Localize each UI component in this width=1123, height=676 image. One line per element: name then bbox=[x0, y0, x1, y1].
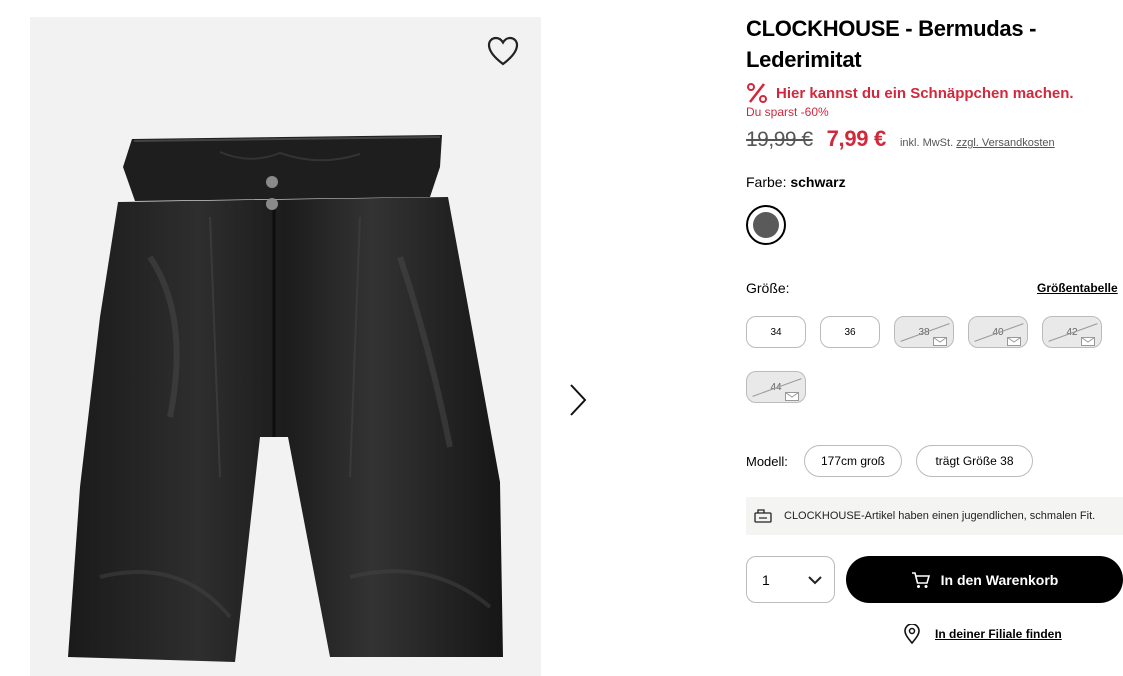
model-size-pill: trägt Größe 38 bbox=[916, 445, 1033, 477]
size-option-label: 36 bbox=[844, 326, 856, 338]
mail-icon bbox=[1007, 337, 1021, 346]
chevron-down-icon bbox=[808, 576, 822, 585]
product-title: CLOCKHOUSE - Bermudas - Lederimitat bbox=[746, 16, 1037, 72]
add-to-cart-button[interactable]: In den Warenkorb bbox=[846, 556, 1123, 603]
size-option-34[interactable]: 34 bbox=[746, 316, 806, 348]
find-in-store-label: In deiner Filiale finden bbox=[935, 627, 1062, 641]
old-price: 19,99 € bbox=[746, 128, 813, 151]
deal-text: Hier kannst du ein Schnäppchen machen. bbox=[776, 84, 1074, 102]
fit-info-text: CLOCKHOUSE-Artikel haben einen jugendlic… bbox=[784, 510, 1096, 522]
tax-prefix: inkl. MwSt. bbox=[899, 137, 954, 149]
color-label: Farbe: schwarz bbox=[746, 174, 846, 190]
mail-icon bbox=[1081, 337, 1095, 346]
model-height-pill: 177cm groß bbox=[804, 445, 902, 477]
size-option-40[interactable]: 40 bbox=[968, 316, 1028, 348]
tax-note: inkl. MwSt. zzgl. Versandkosten bbox=[900, 137, 1055, 149]
find-in-store-link[interactable]: In deiner Filiale finden bbox=[903, 624, 1062, 644]
color-label-text: Farbe: bbox=[746, 174, 787, 190]
chevron-right-icon[interactable] bbox=[563, 382, 593, 418]
deal-banner: Hier kannst du ein Schnäppchen machen. bbox=[746, 81, 1074, 105]
quantity-value: 1 bbox=[762, 572, 770, 588]
size-label: Größe: bbox=[746, 280, 790, 296]
swatch-fill bbox=[753, 212, 779, 238]
fit-info-box: CLOCKHOUSE-Artikel haben einen jugendlic… bbox=[746, 497, 1123, 535]
size-option-36[interactable]: 36 bbox=[820, 316, 880, 348]
model-label: Modell: bbox=[746, 454, 788, 469]
saving-text: Du sparst -60% bbox=[746, 105, 829, 119]
cart-icon bbox=[911, 571, 930, 588]
size-option-label: 34 bbox=[770, 326, 782, 338]
quantity-select[interactable]: 1 bbox=[746, 556, 835, 603]
percent-icon bbox=[747, 83, 767, 103]
color-value: schwarz bbox=[790, 174, 846, 190]
product-image-gallery bbox=[30, 17, 541, 676]
size-option-44[interactable]: 44 bbox=[746, 371, 806, 403]
sale-price: 7,99 € bbox=[826, 126, 887, 151]
mail-icon bbox=[933, 337, 947, 346]
add-to-cart-label: In den Warenkorb bbox=[940, 571, 1059, 588]
location-pin-icon bbox=[904, 624, 920, 644]
size-table-link[interactable]: Größentabelle bbox=[1037, 281, 1118, 295]
shipping-cost-link[interactable]: zzgl. Versandkosten bbox=[956, 137, 1054, 149]
mail-icon bbox=[785, 392, 799, 401]
heart-icon[interactable] bbox=[486, 35, 520, 69]
size-option-38[interactable]: 38 bbox=[894, 316, 954, 348]
size-option-42[interactable]: 42 bbox=[1042, 316, 1102, 348]
hanger-icon bbox=[754, 509, 772, 523]
product-image bbox=[68, 135, 503, 662]
price-row: 19,99 € 7,99 € inkl. MwSt. zzgl. Versand… bbox=[746, 126, 1055, 152]
color-swatch-schwarz[interactable] bbox=[746, 205, 786, 245]
